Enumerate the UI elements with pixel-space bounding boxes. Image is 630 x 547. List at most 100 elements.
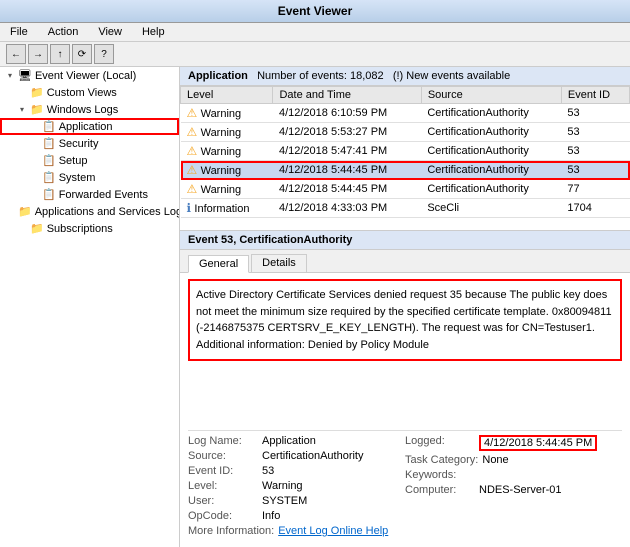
menu-bar: File Action View Help [0,23,630,42]
meta-log-name: Log Name: Application [188,435,405,447]
sidebar-label-subscriptions: Subscriptions [47,223,113,235]
event-count: 18,082 [350,70,384,82]
sidebar-item-event-viewer-local[interactable]: ▾🖥Event Viewer (Local) [0,67,179,84]
log-icon: 📋 [42,154,56,167]
cell-datetime: 4/12/2018 6:10:59 PM [273,104,421,123]
cell-event-id: 1704 [561,199,629,218]
sidebar-item-windows-logs[interactable]: ▾📁Windows Logs [0,101,179,118]
cell-source: CertificationAuthority [421,142,561,161]
sidebar-item-application[interactable]: 📋Application [0,118,179,135]
cell-datetime: 4/12/2018 5:44:45 PM [273,161,421,180]
meta-logged: Logged: 4/12/2018 5:44:45 PM [405,435,622,451]
col-eventid[interactable]: Event ID [561,87,629,104]
warning-icon: ⚠ [187,106,201,120]
folder-icon: 📁 [30,103,44,116]
col-source[interactable]: Source [421,87,561,104]
sidebar-item-setup[interactable]: 📋Setup [0,152,179,169]
opcode-value: Info [262,510,280,522]
refresh-button[interactable]: ⟳ [72,44,92,64]
logged-value: 4/12/2018 5:44:45 PM [479,435,597,451]
table-row[interactable]: ⚠ Warning4/12/2018 5:47:41 PMCertificati… [181,142,630,161]
event-id-value: 53 [262,465,274,477]
meta-event-id: Event ID: 53 [188,465,405,477]
right-panel: Application Number of events: 18,082 (!)… [180,67,630,547]
meta-keywords: Keywords: [405,469,622,481]
menu-file[interactable]: File [6,25,32,39]
cell-datetime: 4/12/2018 5:47:41 PM [273,142,421,161]
event-count-label: Number of events: [257,70,347,82]
detail-panel: Event 53, CertificationAuthority General… [180,231,630,547]
sidebar-item-system[interactable]: 📋System [0,169,179,186]
computer-value: NDES-Server-01 [479,484,562,496]
detail-content: Active Directory Certificate Services de… [180,273,630,547]
sidebar-label-security: Security [59,138,99,150]
panel-header: Application Number of events: 18,082 (!)… [180,67,630,86]
cell-source: SceCli [421,199,561,218]
cell-source: CertificationAuthority [421,180,561,199]
cell-event-id: 53 [561,123,629,142]
sidebar-label-forwarded-events: Forwarded Events [59,189,148,201]
col-level[interactable]: Level [181,87,273,104]
cell-datetime: 4/12/2018 5:44:45 PM [273,180,421,199]
menu-view[interactable]: View [94,25,126,39]
computer-label: Computer: [405,484,475,496]
title-bar: Event Viewer [0,0,630,23]
task-label: Task Category: [405,454,478,466]
sidebar-label-custom-views: Custom Views [47,87,117,99]
table-row[interactable]: ⚠ Warning4/12/2018 5:44:45 PMCertificati… [181,161,630,180]
event-table: Level Date and Time Source Event ID ⚠ Wa… [180,86,630,218]
folder-icon: 📁 [30,222,44,235]
table-row[interactable]: ℹ Information4/12/2018 4:33:03 PMSceCli1… [181,199,630,218]
log-icon: 📋 [42,188,56,201]
window-title: Event Viewer [278,4,352,18]
warning-icon: ⚠ [187,182,201,196]
tab-general[interactable]: General [188,255,249,273]
col-datetime[interactable]: Date and Time [273,87,421,104]
forward-button[interactable]: → [28,44,48,64]
cell-level: ⚠ Warning [181,142,273,161]
sidebar-item-custom-views[interactable]: 📁Custom Views [0,84,179,101]
meta-opcode: OpCode: Info [188,510,405,522]
log-name-value: Application [262,435,316,447]
event-table-container[interactable]: Level Date and Time Source Event ID ⚠ Wa… [180,86,630,231]
meta-user: User: SYSTEM [188,495,405,507]
task-value: None [482,454,508,466]
meta-right: Logged: 4/12/2018 5:44:45 PM Task Catego… [405,435,622,537]
keywords-label: Keywords: [405,469,475,481]
cell-level: ⚠ Warning [181,180,273,199]
cell-level: ℹ Information [181,199,273,218]
cell-event-id: 53 [561,161,629,180]
sidebar-item-subscriptions[interactable]: 📁Subscriptions [0,220,179,237]
warning-icon: ⚠ [187,125,201,139]
sidebar-item-applications-services[interactable]: 📁Applications and Services Logs [0,203,179,220]
cell-source: CertificationAuthority [421,123,561,142]
log-icon: 📋 [42,120,56,133]
meta-computer: Computer: NDES-Server-01 [405,484,622,496]
meta-task: Task Category: None [405,454,622,466]
help-toolbar-button[interactable]: ? [94,44,114,64]
meta-source: Source: CertificationAuthority [188,450,405,462]
cell-datetime: 4/12/2018 4:33:03 PM [273,199,421,218]
menu-help[interactable]: Help [138,25,169,39]
back-button[interactable]: ← [6,44,26,64]
sidebar-item-security[interactable]: 📋Security [0,135,179,152]
folder-icon: 📁 [30,86,44,99]
log-name-header: Application [188,70,248,82]
more-info-link[interactable]: Event Log Online Help [278,525,388,537]
table-row[interactable]: ⚠ Warning4/12/2018 5:44:45 PMCertificati… [181,180,630,199]
main-layout: ▾🖥Event Viewer (Local) 📁Custom Views▾📁Wi… [0,67,630,547]
log-icon: 📋 [42,171,56,184]
tab-details[interactable]: Details [251,254,307,272]
up-button[interactable]: ↑ [50,44,70,64]
sidebar-label-windows-logs: Windows Logs [47,104,119,116]
sidebar-item-forwarded-events[interactable]: 📋Forwarded Events [0,186,179,203]
user-value: SYSTEM [262,495,307,507]
cell-level: ⚠ Warning [181,104,273,123]
table-row[interactable]: ⚠ Warning4/12/2018 5:53:27 PMCertificati… [181,123,630,142]
warning-icon: ⚠ [187,163,201,177]
meta-left: Log Name: Application Source: Certificat… [188,435,405,537]
more-info-label: More Information: [188,525,274,537]
table-row[interactable]: ⚠ Warning4/12/2018 6:10:59 PMCertificati… [181,104,630,123]
logged-label: Logged: [405,435,475,451]
menu-action[interactable]: Action [44,25,83,39]
